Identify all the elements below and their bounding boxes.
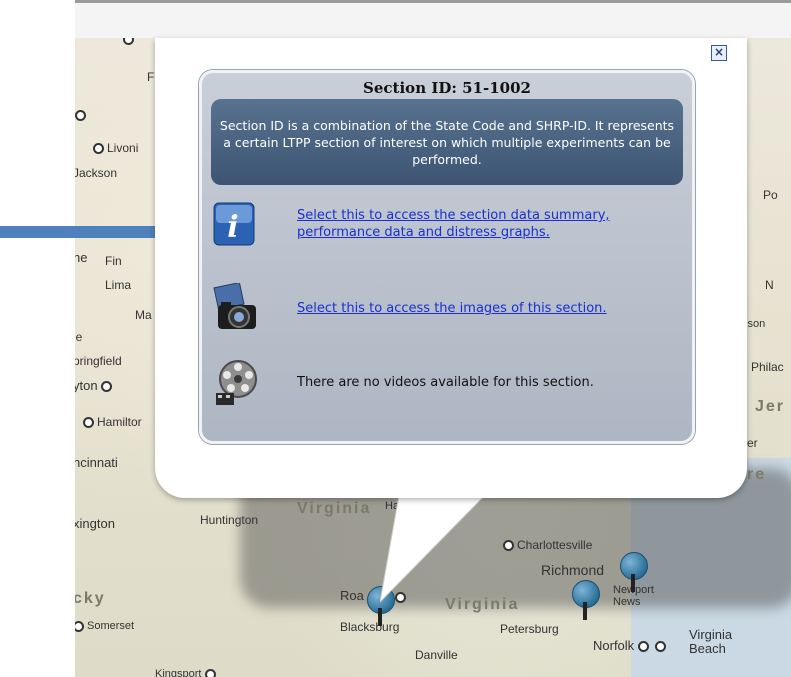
place-fin: Fin — [105, 254, 122, 268]
place-yton: yton — [75, 378, 115, 393]
close-icon: × — [713, 45, 725, 59]
place-dot-1 — [75, 108, 89, 122]
map-pin-petersburg[interactable] — [572, 580, 600, 620]
place-huntington: Huntington — [200, 513, 259, 527]
place-kingsport: Kingsport — [155, 668, 219, 677]
place-richmond: Richmond — [541, 562, 605, 578]
map-pin-richmond[interactable] — [620, 552, 648, 592]
film-reel-icon — [216, 360, 257, 405]
popup-title: Section ID: 51-1002 — [363, 79, 531, 97]
section-info-panel: Section ID: 51-1002 Section ID is a comb… — [199, 70, 695, 444]
place-virginia-beach: Virginia Beach — [689, 627, 733, 656]
place-jer: Jer — [755, 398, 786, 415]
place-danville: Danville — [415, 648, 458, 662]
place-jackson: Jackson — [75, 166, 118, 180]
images-row[interactable]: Select this to access the images of this… — [212, 283, 672, 339]
place-roanoke: Roa — [340, 588, 364, 603]
images-link[interactable]: Select this to access the images of this… — [297, 300, 607, 317]
place-n: N — [765, 278, 774, 292]
no-videos-text: There are no videos available for this s… — [297, 375, 594, 390]
place-lexington: xington — [75, 516, 115, 531]
videos-row: There are no videos available for this s… — [212, 357, 672, 413]
place-ne: ne — [75, 250, 88, 265]
place-ie: ie — [75, 330, 83, 344]
map-toolbar — [75, 0, 791, 38]
info-icon: i — [213, 202, 255, 246]
place-norfolk: Norfolk — [593, 638, 669, 653]
place-virginia-state: Virginia — [297, 500, 372, 517]
place-hamilton: Hamiltor — [83, 415, 142, 429]
close-button[interactable]: × — [711, 45, 727, 61]
place-cky: cky — [75, 590, 106, 607]
place-petersburg: Petersburg — [500, 622, 559, 636]
place-er: er — [747, 436, 758, 450]
place-po: Po — [763, 188, 778, 202]
section-description: Section ID is a combination of the State… — [211, 99, 683, 185]
popup-bubble-tail — [380, 490, 490, 603]
svg-text:i: i — [227, 210, 238, 245]
place-top-dot — [123, 38, 137, 46]
place-livoni: Livoni — [93, 141, 138, 155]
place-lima: Lima — [105, 278, 132, 292]
summary-row[interactable]: i Select this to access the section data… — [212, 197, 672, 253]
camera-photo-icon — [213, 283, 256, 329]
place-re: re — [747, 466, 767, 483]
place-charlottesville: Charlottesville — [503, 538, 592, 552]
place-springfield: pringfield — [75, 354, 122, 368]
place-cincinnati: ncinnati — [75, 455, 118, 470]
place-philac: Philac — [751, 360, 784, 374]
place-ma: Ma — [135, 308, 152, 322]
place-somerset: Somerset — [75, 620, 134, 632]
summary-link[interactable]: Select this to access the section data s… — [297, 207, 610, 241]
